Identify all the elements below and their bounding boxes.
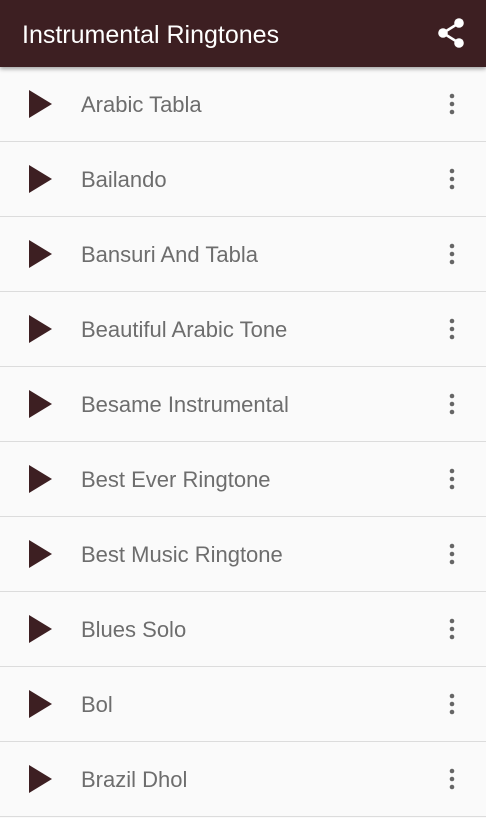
ringtone-title: Besame Instrumental xyxy=(81,392,289,417)
play-button[interactable] xyxy=(24,687,56,721)
ringtone-title: Bol xyxy=(81,692,113,717)
play-icon xyxy=(29,540,52,568)
play-button[interactable] xyxy=(24,537,56,571)
more-options-button[interactable] xyxy=(438,164,466,194)
more-options-button[interactable] xyxy=(438,764,466,794)
ringtone-title: Best Ever Ringtone xyxy=(81,467,271,492)
ringtone-title: Blues Solo xyxy=(81,617,187,642)
play-button[interactable] xyxy=(24,237,56,271)
ringtone-row[interactable]: Arabic Tabla xyxy=(0,67,486,142)
play-icon xyxy=(29,315,52,343)
more-vertical-icon xyxy=(449,243,455,265)
ringtone-row[interactable]: Bansuri And Tabla xyxy=(0,217,486,292)
play-icon xyxy=(29,465,52,493)
ringtone-row[interactable]: Besame Instrumental xyxy=(0,367,486,442)
more-options-button[interactable] xyxy=(438,89,466,119)
more-options-button[interactable] xyxy=(438,539,466,569)
play-icon xyxy=(29,165,52,193)
more-options-button[interactable] xyxy=(438,314,466,344)
more-vertical-icon xyxy=(449,168,455,190)
play-icon xyxy=(29,240,52,268)
ringtone-title: Brazil Dhol xyxy=(81,767,188,792)
ringtone-row[interactable]: Bol xyxy=(0,667,486,742)
play-icon xyxy=(29,390,52,418)
ringtone-list: Arabic Tabla Bailando Bansuri And Tabla … xyxy=(0,67,486,817)
ringtone-row[interactable]: Beautiful Arabic Tone xyxy=(0,292,486,367)
ringtone-title: Best Music Ringtone xyxy=(81,542,283,567)
more-vertical-icon xyxy=(449,693,455,715)
app-title: Instrumental Ringtones xyxy=(22,21,280,49)
share-button[interactable] xyxy=(432,14,470,52)
play-button[interactable] xyxy=(24,312,56,346)
play-button[interactable] xyxy=(24,87,56,121)
ringtone-row[interactable]: Bailando xyxy=(0,142,486,217)
play-button[interactable] xyxy=(24,762,56,796)
more-vertical-icon xyxy=(449,393,455,415)
more-vertical-icon xyxy=(449,93,455,115)
more-vertical-icon xyxy=(449,468,455,490)
play-icon xyxy=(29,690,52,718)
play-icon xyxy=(29,90,52,118)
more-vertical-icon xyxy=(449,318,455,340)
more-vertical-icon xyxy=(449,768,455,790)
ringtone-row[interactable]: Best Ever Ringtone xyxy=(0,442,486,517)
play-icon xyxy=(29,765,52,793)
ringtone-row[interactable]: Blues Solo xyxy=(0,592,486,667)
share-icon xyxy=(438,18,464,48)
more-vertical-icon xyxy=(449,618,455,640)
play-button[interactable] xyxy=(24,162,56,196)
ringtone-title: Arabic Tabla xyxy=(81,92,202,117)
play-button[interactable] xyxy=(24,462,56,496)
ringtone-title: Bailando xyxy=(81,167,167,192)
ringtone-title: Beautiful Arabic Tone xyxy=(81,317,288,342)
play-icon xyxy=(29,615,52,643)
more-options-button[interactable] xyxy=(438,389,466,419)
ringtone-row[interactable]: Brazil Dhol xyxy=(0,742,486,817)
ringtone-title: Bansuri And Tabla xyxy=(81,242,258,267)
app-bar: Instrumental Ringtones xyxy=(0,0,486,67)
play-button[interactable] xyxy=(24,387,56,421)
play-button[interactable] xyxy=(24,612,56,646)
more-options-button[interactable] xyxy=(438,464,466,494)
more-options-button[interactable] xyxy=(438,239,466,269)
more-options-button[interactable] xyxy=(438,689,466,719)
more-options-button[interactable] xyxy=(438,614,466,644)
more-vertical-icon xyxy=(449,543,455,565)
ringtone-row[interactable]: Best Music Ringtone xyxy=(0,517,486,592)
